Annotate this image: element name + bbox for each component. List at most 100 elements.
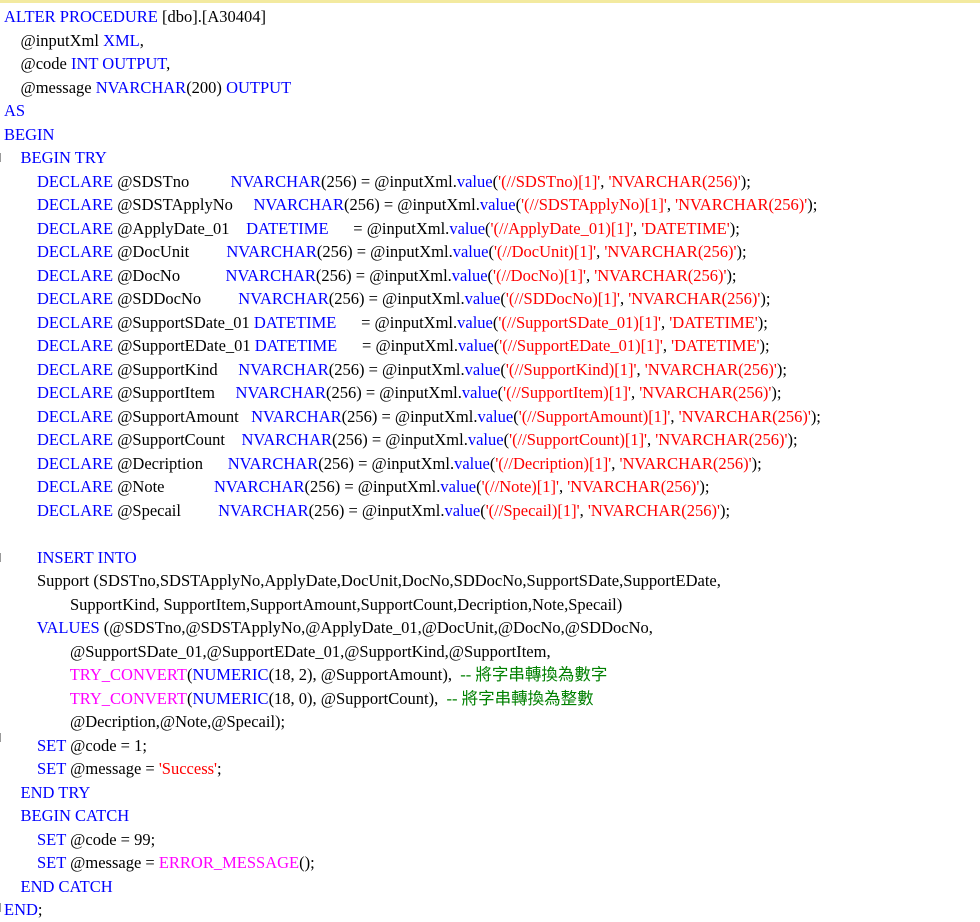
keyword-token: value <box>444 500 481 520</box>
text-token: , <box>579 500 588 520</box>
text-token: (256) = @inputXml. <box>318 453 455 473</box>
keyword-token: NVARCHAR <box>227 453 319 473</box>
keyword-token: DECLARE <box>37 359 114 379</box>
keyword-token: DECLARE <box>37 336 114 355</box>
string-token: '(//SupportSDate_01)[1]' <box>498 312 662 332</box>
code-line: @SupportSDate_01,@SupportEDate_01,@Suppo… <box>4 640 821 664</box>
keyword-token: SET <box>37 853 67 872</box>
keyword-token: OUTPUT <box>226 77 292 97</box>
string-token: '(//SDDocNo)[1]' <box>505 289 620 308</box>
text-token: @Decription,@Note,@Specail); <box>4 712 286 731</box>
keyword-token: DATETIME <box>246 218 329 238</box>
text-token: , <box>559 477 568 496</box>
text-token: , <box>139 30 144 50</box>
string-token: 'NVARCHAR(256)' <box>587 500 721 520</box>
text-token: @code <box>4 54 71 73</box>
text-token: ); <box>807 195 818 214</box>
text-token: (); <box>299 853 315 872</box>
code-line: BEGIN TRY <box>4 146 821 170</box>
text-token: @SupportKind <box>113 359 239 379</box>
keyword-token: NVARCHAR <box>235 383 326 402</box>
keyword-token: NVARCHAR <box>241 430 332 449</box>
code-line: DECLARE @Note NVARCHAR(256) = @inputXml.… <box>4 475 821 499</box>
keyword-token: DECLARE <box>37 171 114 191</box>
keyword-token: value <box>467 430 504 449</box>
keyword-token: NVARCHAR <box>225 265 316 285</box>
keyword-token: value <box>477 406 514 426</box>
code-line: VALUES (@SDSTno,@SDSTApplyNo,@ApplyDate_… <box>4 616 821 640</box>
code-line: INSERT INTO <box>4 546 821 570</box>
text-token: ; <box>217 759 222 778</box>
text-token: @Decription <box>113 453 228 473</box>
text-token: , <box>630 383 640 402</box>
string-token: 'NVARCHAR(256)' <box>608 171 741 191</box>
text-token: @SupportAmount <box>113 406 252 426</box>
keyword-token: NVARCHAR <box>214 477 305 496</box>
keyword-token: SET <box>37 759 67 778</box>
keyword-token: NVARCHAR <box>95 77 187 97</box>
keyword-token: DECLARE <box>37 265 114 285</box>
string-token: 'DATETIME' <box>671 336 760 355</box>
string-token: 'NVARCHAR(256)' <box>604 242 737 261</box>
code-line: BEGIN <box>4 123 821 147</box>
string-token: 'DATETIME' <box>641 218 730 238</box>
text-token: ); <box>757 312 768 332</box>
keyword-token: NVARCHAR <box>218 500 309 520</box>
text-token: (18, 2), @SupportAmount), <box>268 665 461 684</box>
text-token: (256) = @inputXml. <box>304 477 441 496</box>
string-token: '(//SupportAmount)[1]' <box>518 406 671 426</box>
text-token: ); <box>787 430 798 449</box>
keyword-token: DECLARE <box>37 242 114 261</box>
keyword-token: value <box>464 289 501 308</box>
keyword-token: value <box>454 453 490 473</box>
string-token: '(//ApplyDate_01)[1]' <box>490 218 634 238</box>
code-text[interactable]: ALTER PROCEDURE [dbo].[A30404] @inputXml… <box>4 5 821 922</box>
keyword-token: NVARCHAR <box>226 242 317 261</box>
keyword-token: NVARCHAR <box>230 171 321 191</box>
code-line: END TRY <box>4 781 821 805</box>
text-token: , <box>619 289 629 308</box>
keyword-token: SET <box>37 735 67 755</box>
code-line: END CATCH <box>4 875 821 899</box>
string-token: '(//SupportItem)[1]' <box>503 383 631 402</box>
text-token: , <box>600 171 609 191</box>
text-token: @message = <box>66 853 159 872</box>
keyword-token: END CATCH <box>20 876 113 896</box>
keyword-token: BEGIN TRY <box>20 148 107 167</box>
keyword-token: value <box>461 383 498 402</box>
keyword-token: DECLARE <box>37 218 114 238</box>
code-line: TRY_CONVERT(NUMERIC(18, 2), @SupportAmou… <box>4 663 821 687</box>
text-token: , <box>636 359 645 379</box>
text-token: (256) = @inputXml. <box>331 430 468 449</box>
string-token: '(//DocNo)[1]' <box>493 265 587 285</box>
keyword-token: value <box>440 477 477 496</box>
keyword-token: DECLARE <box>37 477 114 496</box>
string-token: '(//SupportEDate_01)[1]' <box>499 336 663 355</box>
code-line: @code INT OUTPUT, <box>4 52 821 76</box>
code-editor[interactable]: ALTER PROCEDURE [dbo].[A30404] @inputXml… <box>0 0 980 919</box>
string-token: 'NVARCHAR(256)' <box>628 289 761 308</box>
text-token: @DocNo <box>113 265 226 285</box>
code-line: @message NVARCHAR(200) OUTPUT <box>4 76 821 100</box>
string-token: 'NVARCHAR(256)' <box>594 265 727 285</box>
string-token: '(//SDSTno)[1]' <box>498 171 601 191</box>
string-token: '(//SupportCount)[1]' <box>509 430 648 449</box>
code-line: @Decription,@Note,@Specail); <box>4 710 821 734</box>
keyword-token: value <box>449 218 486 238</box>
text-token: ); <box>736 242 747 261</box>
text-token: @SupportItem <box>113 383 236 402</box>
keyword-token: BEGIN CATCH <box>20 806 130 825</box>
